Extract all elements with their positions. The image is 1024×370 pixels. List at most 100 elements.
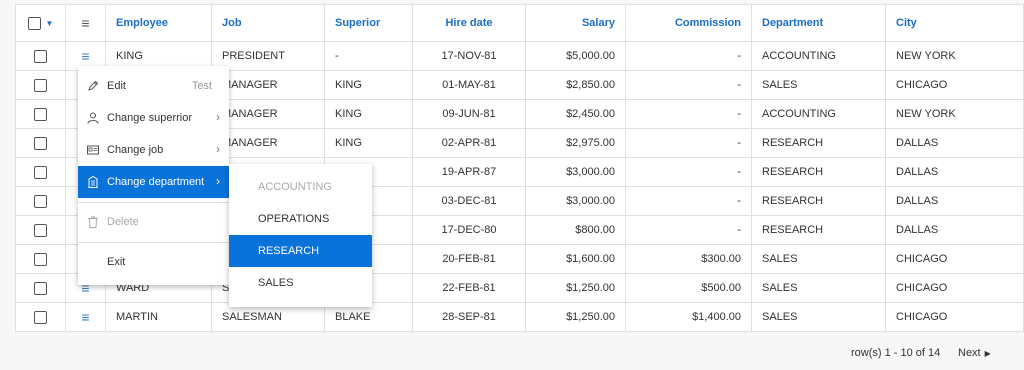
row-menu-cell[interactable]: ≡ <box>65 302 106 332</box>
row-checkbox[interactable] <box>34 165 47 179</box>
select-all-cell[interactable]: ▼ <box>15 4 66 42</box>
cell-city: CHICAGO <box>885 70 1024 100</box>
cell-salary: $2,450.00 <box>525 99 626 129</box>
menu-item-label: Exit <box>107 256 126 268</box>
row-checkbox[interactable] <box>34 194 47 208</box>
menu-item-label: Edit <box>107 80 126 92</box>
row-select-cell[interactable] <box>15 302 66 332</box>
cell-commission: $500.00 <box>625 273 752 303</box>
submenu-item-sales[interactable]: SALES <box>229 267 372 299</box>
cell-superior: KING <box>324 70 413 100</box>
col-department[interactable]: Department <box>751 4 886 42</box>
row-select-cell[interactable] <box>15 244 66 274</box>
next-page-link[interactable]: Next ▶ <box>958 347 991 359</box>
row-select-cell[interactable] <box>15 70 66 100</box>
row-checkbox[interactable] <box>34 252 47 266</box>
submenu-item-operations[interactable]: OPERATIONS <box>229 203 372 235</box>
hamburger-icon[interactable]: ≡ <box>81 15 89 31</box>
cell-salary: $1,250.00 <box>525 302 626 332</box>
cell-city: DALLAS <box>885 157 1024 187</box>
col-salary[interactable]: Salary <box>525 4 626 42</box>
cell-city: NEW YORK <box>885 41 1024 71</box>
row-menu-icon[interactable]: ≡ <box>81 309 89 325</box>
row-select-cell[interactable] <box>15 273 66 303</box>
cell-department: SALES <box>751 244 886 274</box>
col-city[interactable]: City <box>885 4 1024 42</box>
caret-down-icon[interactable]: ▼ <box>46 19 54 28</box>
row-checkbox[interactable] <box>34 281 47 295</box>
cell-salary: $3,000.00 <box>525 157 626 187</box>
cell-superior: KING <box>324 128 413 158</box>
row-select-cell[interactable] <box>15 157 66 187</box>
row-menu-icon[interactable]: ≡ <box>81 48 89 64</box>
col-hire-date[interactable]: Hire date <box>412 4 526 42</box>
cell-department: SALES <box>751 302 886 332</box>
cell-commission: - <box>625 157 752 187</box>
cell-salary: $1,600.00 <box>525 244 626 274</box>
cell-salary: $3,000.00 <box>525 186 626 216</box>
menu-item-edit[interactable]: Edit Test <box>78 70 229 102</box>
cell-commission: - <box>625 128 752 158</box>
cell-hire-date: 17-DEC-80 <box>412 215 526 245</box>
cell-commission: - <box>625 70 752 100</box>
cell-department: SALES <box>751 273 886 303</box>
col-employee[interactable]: Employee <box>105 4 212 42</box>
row-context-menu: Edit Test Change superrior › Change job … <box>78 66 229 285</box>
cell-salary: $2,850.00 <box>525 70 626 100</box>
cell-commission: - <box>625 41 752 71</box>
menu-item-change-job[interactable]: Change job › <box>78 134 229 166</box>
person-icon <box>87 112 99 124</box>
col-job[interactable]: Job <box>211 4 325 42</box>
header-row: ▼ ≡ Employee Job Superior Hire date Sala… <box>15 4 1024 42</box>
cell-department: RESEARCH <box>751 157 886 187</box>
row-select-cell[interactable] <box>15 99 66 129</box>
select-all-checkbox[interactable] <box>27 16 41 30</box>
col-superior[interactable]: Superior <box>324 4 413 42</box>
cell-salary: $2,975.00 <box>525 128 626 158</box>
cell-city: CHICAGO <box>885 244 1024 274</box>
row-checkbox[interactable] <box>34 310 47 324</box>
cell-commission: $1,400.00 <box>625 302 752 332</box>
cell-hire-date: 20-FEB-81 <box>412 244 526 274</box>
cell-city: DALLAS <box>885 186 1024 216</box>
menu-separator <box>78 242 229 243</box>
row-checkbox[interactable] <box>34 136 47 150</box>
menu-item-delete: Delete <box>78 206 229 238</box>
row-select-cell[interactable] <box>15 215 66 245</box>
cell-city: DALLAS <box>885 215 1024 245</box>
col-commission[interactable]: Commission <box>625 4 752 42</box>
menu-item-accelerator: Test <box>191 80 212 92</box>
menu-item-label: Change job <box>107 144 164 156</box>
table-row[interactable]: ≡ MARTIN SALESMAN BLAKE 28-SEP-81 $1,250.00 $1… <box>15 302 1024 332</box>
next-label[interactable]: Next <box>958 347 981 359</box>
cell-hire-date: 03-DEC-81 <box>412 186 526 216</box>
row-select-cell[interactable] <box>15 41 66 71</box>
row-select-cell[interactable] <box>15 128 66 158</box>
submenu-item-research[interactable]: RESEARCH <box>229 235 372 267</box>
department-submenu: ACCOUNTING OPERATIONS RESEARCH SALES <box>229 164 372 307</box>
menu-item-change-department[interactable]: Change department › <box>78 166 229 198</box>
cell-department: RESEARCH <box>751 215 886 245</box>
row-checkbox[interactable] <box>34 78 47 92</box>
menu-item-label: Change department <box>107 176 205 188</box>
cell-city: NEW YORK <box>885 99 1024 129</box>
header-menu-cell[interactable]: ≡ <box>65 4 106 42</box>
chevron-right-icon: › <box>216 142 220 156</box>
row-checkbox[interactable] <box>34 223 47 237</box>
trash-icon <box>88 216 98 228</box>
cell-hire-date: 22-FEB-81 <box>412 273 526 303</box>
cell-salary: $800.00 <box>525 215 626 245</box>
cell-hire-date: 02-APR-81 <box>412 128 526 158</box>
play-icon[interactable]: ▶ <box>985 349 991 358</box>
menu-item-change-superior[interactable]: Change superrior › <box>78 102 229 134</box>
cell-hire-date: 17-NOV-81 <box>412 41 526 71</box>
row-checkbox[interactable] <box>34 49 47 63</box>
id-card-icon <box>87 145 99 155</box>
menu-item-exit[interactable]: Exit <box>78 246 229 278</box>
row-checkbox[interactable] <box>34 107 47 121</box>
cell-commission: - <box>625 99 752 129</box>
pagination-text: row(s) 1 - 10 of 14 <box>851 347 941 359</box>
cell-department: SALES <box>751 70 886 100</box>
cell-department: RESEARCH <box>751 128 886 158</box>
row-select-cell[interactable] <box>15 186 66 216</box>
